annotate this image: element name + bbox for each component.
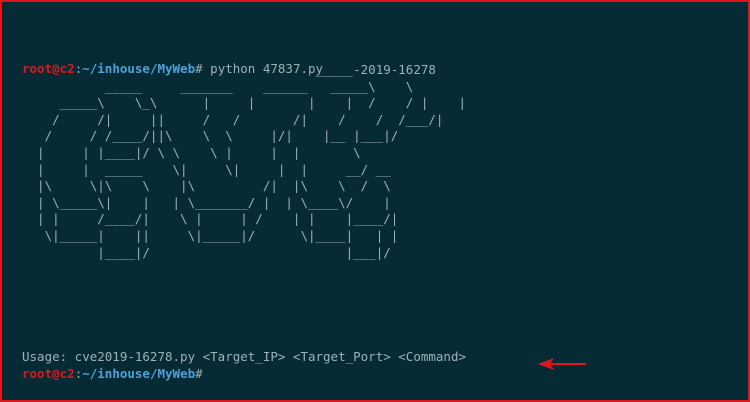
arrow-left-icon xyxy=(538,358,586,370)
prompt-sign: # xyxy=(195,366,203,381)
prompt-path: ~/inhouse/MyWeb xyxy=(82,366,196,381)
prompt-user-host: root@c2 xyxy=(22,366,75,381)
usage-text: Usage: cve2019-16278.py <Target_IP> <Tar… xyxy=(22,349,467,364)
ascii-banner: _____-2019-16278 _____ _______ ______ __… xyxy=(37,62,467,260)
terminal-window[interactable]: root@c2:~/inhouse/MyWeb# python 47837.py… xyxy=(22,9,740,392)
screenshot-frame: root@c2:~/inhouse/MyWeb# python 47837.py… xyxy=(0,0,750,402)
prompt-line-2[interactable]: root@c2:~/inhouse/MyWeb# xyxy=(22,365,211,382)
